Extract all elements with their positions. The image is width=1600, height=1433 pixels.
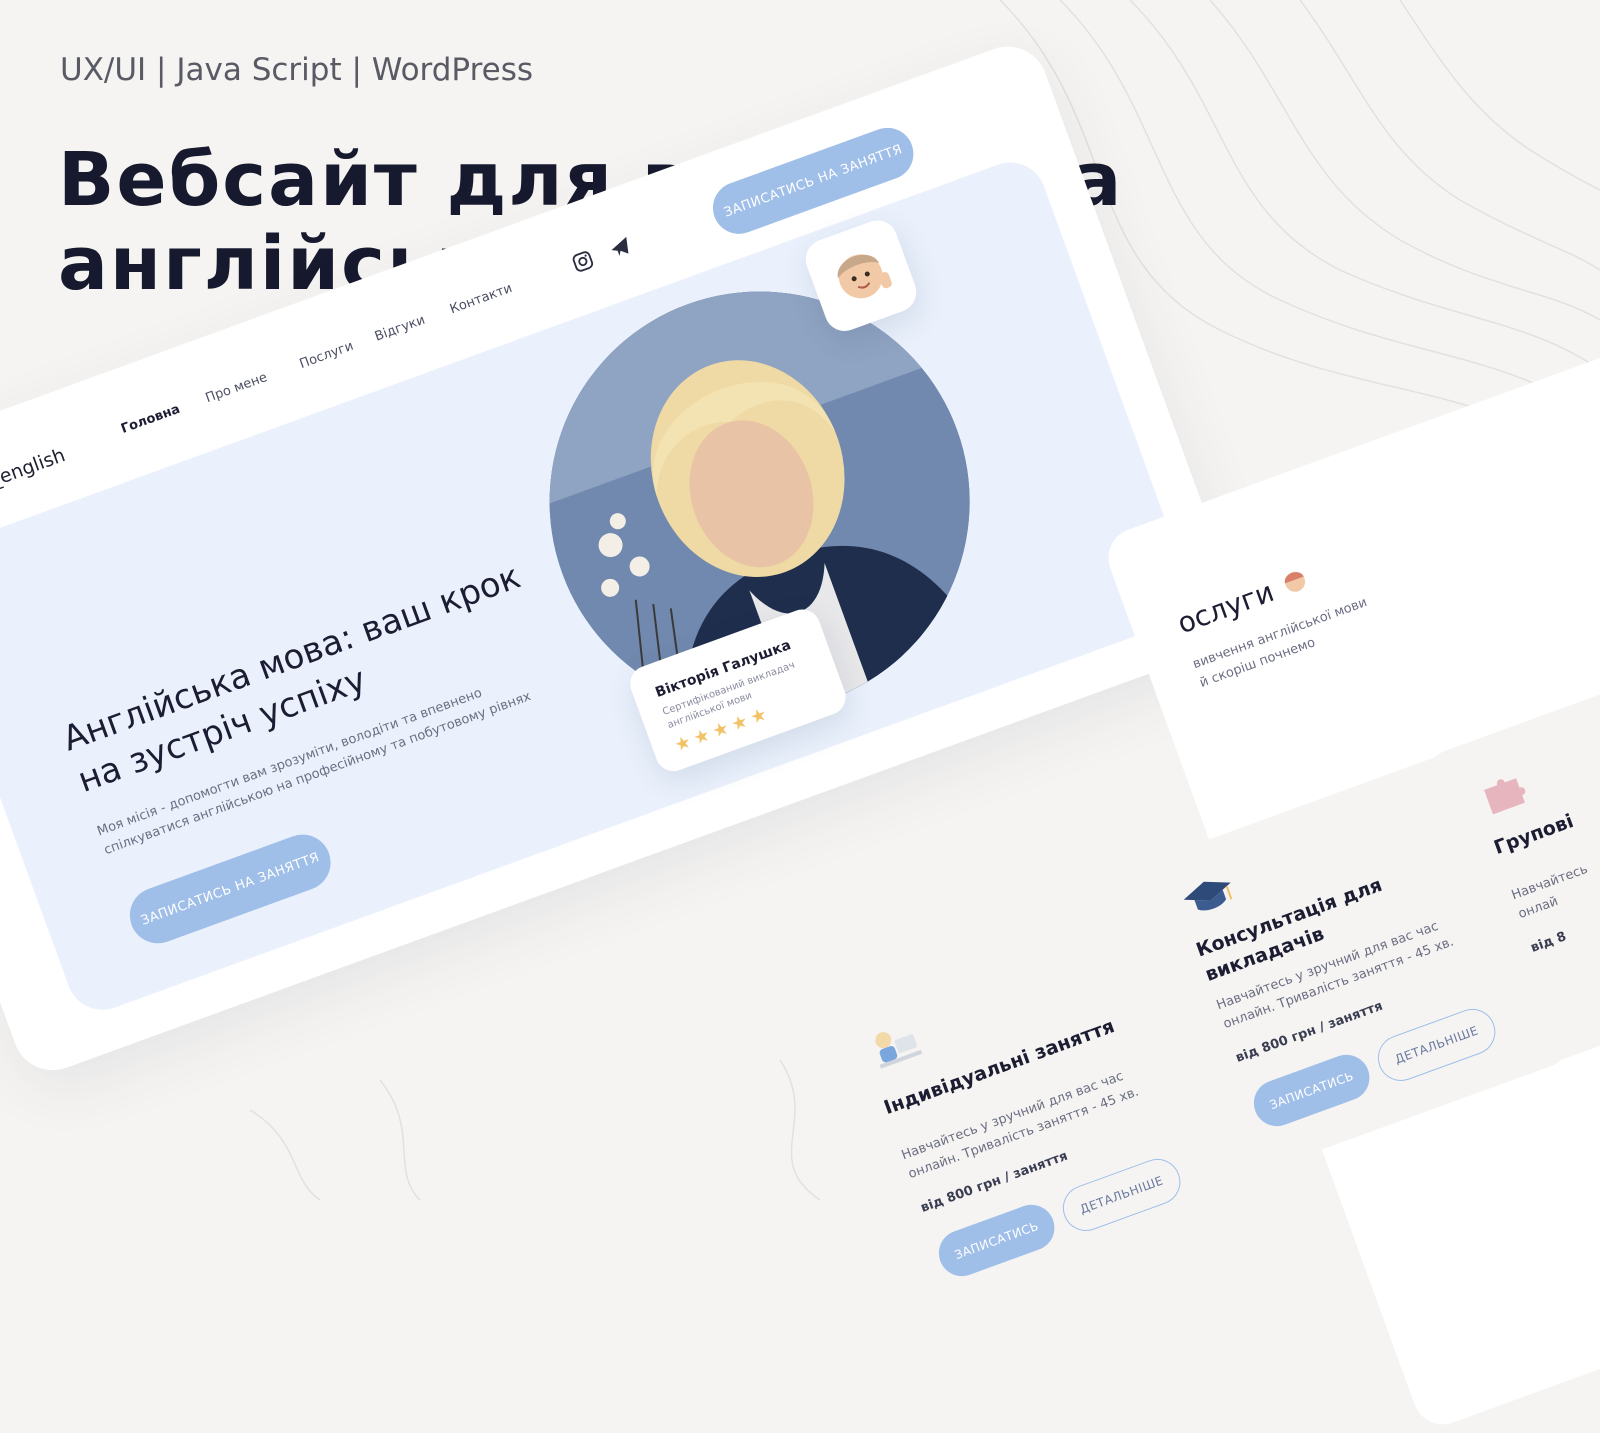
puzzle-icon <box>1484 778 1526 815</box>
teacher-at-desk-icon <box>875 1032 923 1069</box>
tech-stack-tags: UX/UI | Java Script | WordPress <box>60 52 534 88</box>
service-card-title: Групові <box>1491 810 1577 860</box>
service-signup-button[interactable]: ЗАПИСАТИСЬ <box>1247 1048 1376 1133</box>
service-signup-button[interactable]: ЗАПИСАТИСЬ <box>932 1198 1061 1283</box>
service-card-price: від 8 <box>1528 929 1569 956</box>
service-details-button[interactable]: ДЕТАЛЬНІШЕ <box>1056 1152 1187 1238</box>
service-details-button[interactable]: ДЕТАЛЬНІШЕ <box>1371 1002 1502 1088</box>
graduation-cap-icon <box>1183 881 1233 911</box>
service-card-description: Навчайтесь онлай <box>1509 861 1590 923</box>
